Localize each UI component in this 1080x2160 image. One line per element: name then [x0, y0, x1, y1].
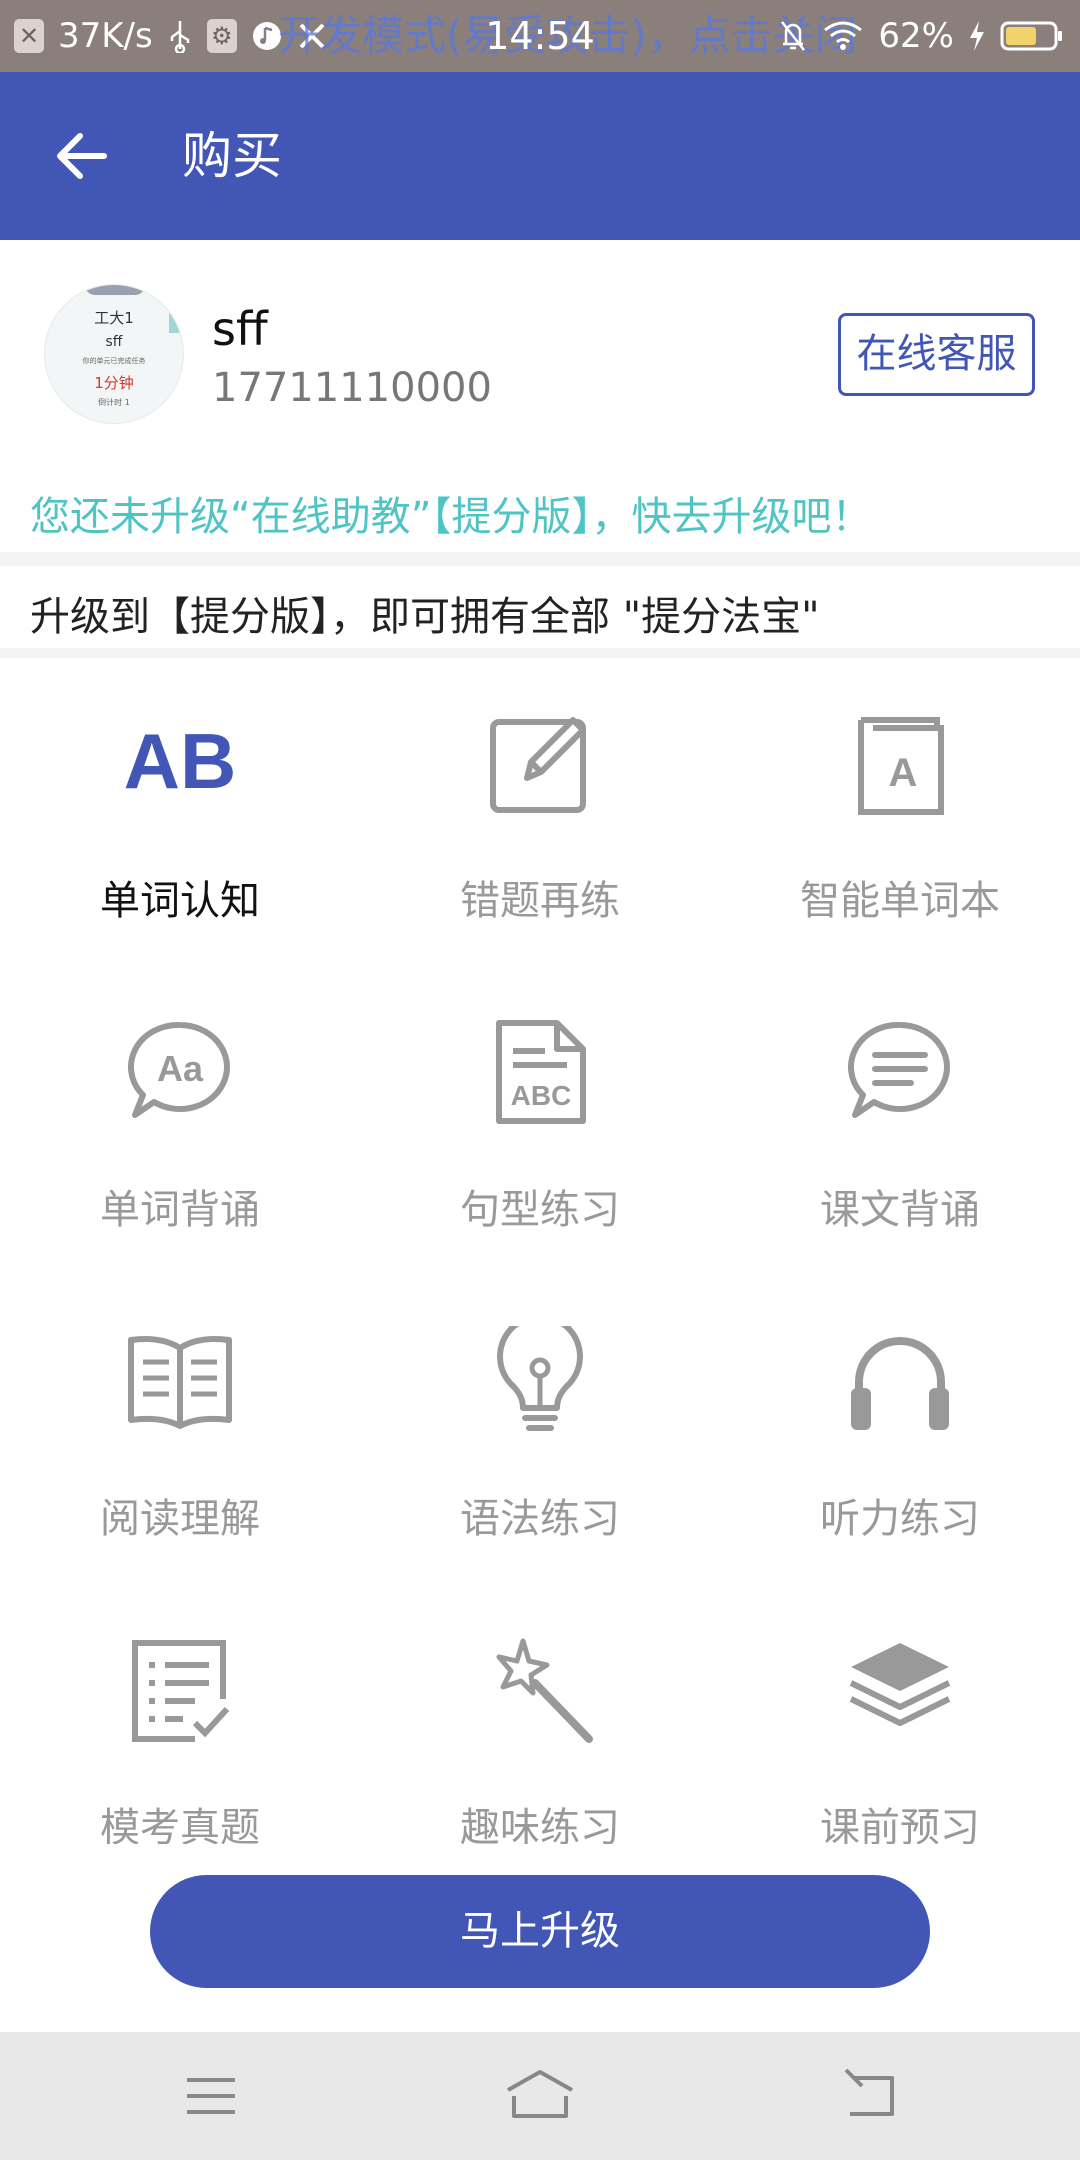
- feature-sentence-practice[interactable]: ABC 句型练习: [360, 967, 720, 1276]
- feature-label: 模考真题: [100, 1805, 260, 1844]
- feature-smart-wordbook[interactable]: A 智能单词本: [720, 658, 1080, 967]
- feature-label: 语法练习: [460, 1496, 620, 1542]
- svg-text:Aa: Aa: [157, 1048, 204, 1089]
- feature-label: 听力练习: [820, 1496, 980, 1542]
- chat-lines-icon: [845, 1017, 955, 1127]
- home-icon[interactable]: [504, 2066, 576, 2126]
- system-nav-bar: [0, 2032, 1080, 2160]
- divider: [0, 552, 1080, 566]
- chat-aa-icon: Aa: [125, 1017, 235, 1127]
- ab-icon: AB: [124, 708, 237, 818]
- svg-text:ABC: ABC: [511, 1080, 572, 1111]
- feature-label: 单词背诵: [100, 1187, 260, 1233]
- layers-icon: [845, 1635, 955, 1745]
- user-name: sff: [212, 302, 268, 356]
- feature-mistake-practice[interactable]: 错题再练: [360, 658, 720, 967]
- feature-word-recitation[interactable]: Aa 单词背诵: [0, 967, 360, 1276]
- battery-percent: 62%: [878, 16, 954, 56]
- avatar-decoration: [169, 311, 181, 333]
- avatar-text: 倒计时 1: [98, 398, 130, 407]
- upgrade-subheading: 升级到【提分版】，即可拥有全部 "提分法宝": [30, 594, 820, 640]
- svg-text:A: A: [889, 751, 918, 795]
- avatar[interactable]: 工大1 sff 你的单元已完成任务 1分钟 倒计时 1: [44, 284, 184, 424]
- feature-word-recognition[interactable]: AB 单词认知: [0, 658, 360, 967]
- charging-icon: [968, 20, 986, 52]
- feature-listening-practice[interactable]: 听力练习: [720, 1276, 1080, 1585]
- menu-icon[interactable]: [181, 2066, 241, 2126]
- avatar-text: sff: [105, 334, 123, 350]
- avatar-text: 工大1: [94, 309, 134, 327]
- abc-document-icon: ABC: [485, 1017, 595, 1127]
- feature-mock-exam[interactable]: 模考真题: [0, 1585, 360, 1844]
- feature-label: 趣味练习: [460, 1805, 620, 1844]
- user-phone: 17711110000: [212, 365, 492, 411]
- feature-label: 阅读理解: [100, 1496, 260, 1542]
- status-bar: ✕ 37K/s ⚙ 开发模式(易受攻击)，点击关闭 14:54 62%: [0, 0, 1080, 72]
- app-bar: 购买: [0, 72, 1080, 240]
- feature-label: 单词认知: [100, 878, 260, 924]
- feature-grid: AB 单词认知 错题再练 A 智能单词本 Aa 单词背诵 ABC 句型练习 课文…: [0, 658, 1080, 1844]
- battery-icon: [1000, 20, 1064, 52]
- feature-label: 智能单词本: [800, 878, 1000, 924]
- feature-reading-comprehension[interactable]: 阅读理解: [0, 1276, 360, 1585]
- magic-wand-icon: [485, 1635, 595, 1745]
- lightbulb-icon: [485, 1313, 595, 1436]
- upgrade-notice: 您还未升级“在线助教”【提分版】，快去升级吧！: [30, 494, 872, 540]
- upgrade-now-button[interactable]: 马上升级: [150, 1875, 930, 1988]
- feature-label: 错题再练: [460, 878, 620, 924]
- avatar-text: 1分钟: [94, 374, 134, 392]
- wifi-icon: [822, 20, 864, 52]
- avatar-text: 你的单元已完成任务: [82, 357, 146, 365]
- open-book-icon: [125, 1326, 235, 1436]
- status-right: 62%: [778, 0, 1064, 72]
- svg-text:AB: AB: [125, 717, 235, 805]
- feature-fun-practice[interactable]: 趣味练习: [360, 1585, 720, 1844]
- feature-label: 课文背诵: [820, 1187, 980, 1233]
- feature-grammar-practice[interactable]: 语法练习: [360, 1276, 720, 1585]
- silent-bell-icon: [778, 18, 808, 54]
- notebook-icon: A: [845, 708, 955, 818]
- edit-icon: [485, 708, 595, 818]
- divider: [0, 648, 1080, 658]
- back-icon[interactable]: [840, 2066, 900, 2126]
- headphones-icon: [845, 1326, 955, 1436]
- online-service-button[interactable]: 在线客服: [838, 313, 1035, 396]
- feature-text-recitation[interactable]: 课文背诵: [720, 967, 1080, 1276]
- checklist-icon: [125, 1635, 235, 1745]
- feature-label: 句型练习: [460, 1187, 620, 1233]
- page-title: 购买: [182, 127, 282, 185]
- profile-section: 工大1 sff 你的单元已完成任务 1分钟 倒计时 1 sff 17711110…: [0, 240, 1080, 465]
- feature-preview[interactable]: 课前预习: [720, 1585, 1080, 1844]
- feature-label: 课前预习: [820, 1805, 980, 1844]
- avatar-decoration: [85, 285, 145, 295]
- back-arrow-icon[interactable]: [52, 126, 116, 186]
